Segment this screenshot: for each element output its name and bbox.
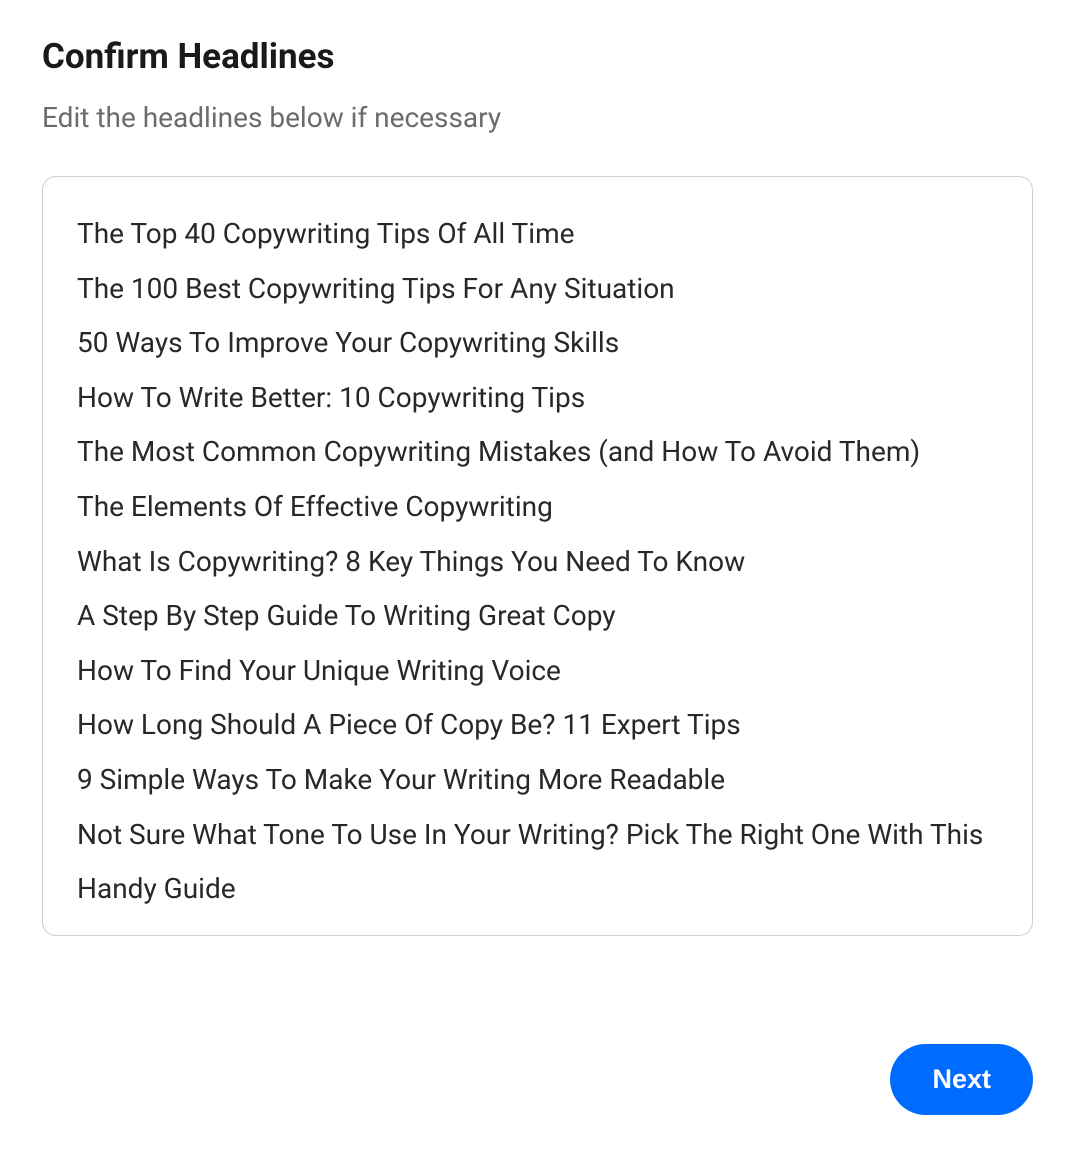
page-subtitle: Edit the headlines below if necessary	[42, 101, 1033, 134]
page-title: Confirm Headlines	[42, 36, 1033, 77]
headline-line[interactable]: How To Write Better: 10 Copywriting Tips	[77, 371, 998, 426]
headline-line[interactable]: The 100 Best Copywriting Tips For Any Si…	[77, 262, 998, 317]
headline-line[interactable]: A Step By Step Guide To Writing Great Co…	[77, 589, 998, 644]
headline-line[interactable]: Not Sure What Tone To Use In Your Writin…	[77, 808, 998, 917]
next-button[interactable]: Next	[890, 1044, 1033, 1115]
headline-line[interactable]: The Top 40 Copywriting Tips Of All Time	[77, 207, 998, 262]
headline-line[interactable]: How To Find Your Unique Writing Voice	[77, 644, 998, 699]
headline-line[interactable]: What Is Copywriting? 8 Key Things You Ne…	[77, 535, 998, 590]
headline-line[interactable]: 9 Simple Ways To Make Your Writing More …	[77, 753, 998, 808]
headline-line[interactable]: 50 Ways To Improve Your Copywriting Skil…	[77, 316, 998, 371]
headline-line[interactable]: How Long Should A Piece Of Copy Be? 11 E…	[77, 698, 998, 753]
headline-line[interactable]: The Elements Of Effective Copywriting	[77, 480, 998, 535]
headlines-editor[interactable]: The Top 40 Copywriting Tips Of All TimeT…	[42, 176, 1033, 936]
headline-line[interactable]: The Most Common Copywriting Mistakes (an…	[77, 425, 998, 480]
